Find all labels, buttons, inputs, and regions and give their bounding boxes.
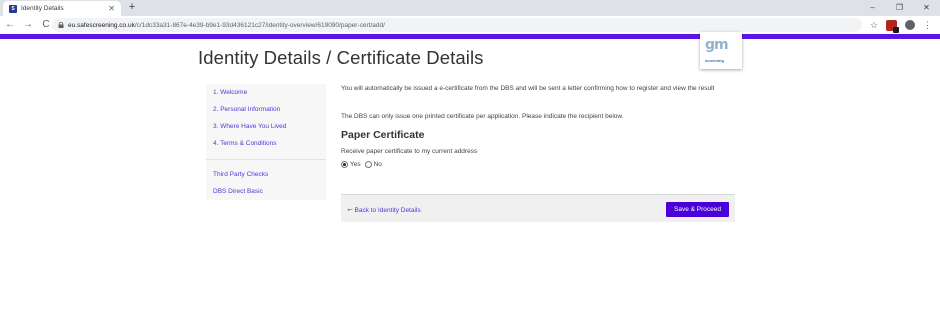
sidebar-item-terms-conditions[interactable]: 4. Terms & Conditions <box>213 140 276 147</box>
radio-no-label[interactable]: No <box>374 161 382 168</box>
extension-badge <box>893 26 899 33</box>
save-proceed-button[interactable]: Save & Proceed <box>666 202 729 217</box>
tab-close-icon[interactable]: ✕ <box>108 4 115 13</box>
radio-no[interactable] <box>364 161 372 168</box>
browser-tabstrip: S Identity Details ✕ + – ❐ ✕ <box>0 0 940 16</box>
intro-text: You will automatically be issued a e-cer… <box>341 85 715 92</box>
radio-yes[interactable] <box>341 161 348 168</box>
tab-title: Identity Details <box>21 5 64 12</box>
browser-menu-icon[interactable]: ⋮ <box>923 20 932 31</box>
logo-mark: gm <box>705 37 729 53</box>
dbs-note-text: The DBS can only issue one printed certi… <box>341 113 624 120</box>
company-logo: gm screening <box>700 32 742 69</box>
sidebar-item-welcome[interactable]: 1. Welcome <box>213 89 247 96</box>
window-controls: – ❐ ✕ <box>859 0 940 16</box>
section-title: Paper Certificate <box>341 129 425 141</box>
page-title: Identity Details / Certificate Details <box>198 47 484 68</box>
browser-tab-identity-details[interactable]: S Identity Details ✕ <box>3 1 121 16</box>
new-tab-button[interactable]: + <box>126 1 138 15</box>
window-close-button[interactable]: ✕ <box>913 0 940 16</box>
paper-certificate-question: Receive paper certificate to my current … <box>341 148 478 155</box>
back-arrow-icon[interactable]: ← <box>2 17 18 33</box>
address-bar[interactable]: eu.safescreening.co.uk/c/1dc33a31-867e-4… <box>52 18 862 32</box>
extension-icon[interactable] <box>886 19 899 33</box>
sidebar-item-where-have-you-lived[interactable]: 3. Where Have You Lived <box>213 123 286 130</box>
sidebar-divider <box>206 159 326 160</box>
url-path: /c/1dc33a31-867e-4e39-b9e1-93d436121c27/… <box>134 21 385 29</box>
paper-certificate-radio-group: Yes No <box>341 161 386 168</box>
logo-text: screening <box>705 58 724 63</box>
restore-button[interactable]: ❐ <box>886 0 913 16</box>
browser-toolbar: ← → C eu.safescreening.co.uk/c/1dc33a31-… <box>0 16 940 34</box>
site-favicon-icon: S <box>9 4 17 13</box>
radio-yes-label[interactable]: Yes <box>350 161 361 168</box>
sidebar-item-dbs-direct-basic[interactable]: DBS Direct Basic <box>213 188 263 195</box>
back-to-identity-details-link[interactable]: 🠔 Back to Identity Details <box>347 206 421 217</box>
sidebar-item-personal-information[interactable]: 2. Personal Information <box>213 106 280 113</box>
url-host: eu.safescreening.co.uk <box>68 21 135 29</box>
arrow-left-icon: 🠔 <box>347 207 355 214</box>
back-link-label: Back to Identity Details <box>354 207 421 214</box>
forward-arrow-icon[interactable]: → <box>20 17 36 33</box>
sidebar-item-third-party-checks[interactable]: Third Party Checks <box>213 171 268 178</box>
toolbar-actions: ☆ ⋮ <box>870 18 932 33</box>
minimize-button[interactable]: – <box>859 0 886 16</box>
bookmark-star-icon[interactable]: ☆ <box>870 20 878 31</box>
site-header-bar <box>0 34 940 39</box>
profile-avatar-icon[interactable] <box>905 20 915 30</box>
steps-sidebar: 1. Welcome 2. Personal Information 3. Wh… <box>206 84 326 200</box>
form-footer: 🠔 Back to Identity Details Save & Procee… <box>341 194 735 222</box>
lock-icon <box>58 22 64 28</box>
